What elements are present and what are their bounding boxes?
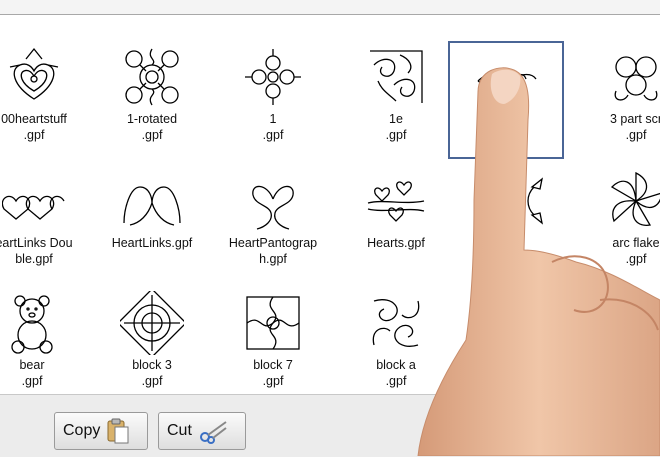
floral-block-icon <box>125 48 179 106</box>
file-tile-heartlinks[interactable]: HeartLinks.gpf <box>96 161 208 277</box>
heart-link-icon <box>123 186 181 226</box>
file-tile-block-a[interactable]: block a .gpf <box>340 283 452 393</box>
heart-quilt-icon <box>9 47 59 100</box>
file-tile-arc-flake[interactable]: arc flake .gpf <box>580 161 660 277</box>
file-tile-feather-selected[interactable]: Fe ng.g <box>448 41 564 159</box>
teddy-bear-icon <box>11 295 53 354</box>
file-label: block a .gpf <box>376 358 416 388</box>
block-pattern-icon <box>246 296 300 350</box>
file-tile-block-7[interactable]: block 7 .gpf <box>217 283 329 393</box>
file-label: Hearts.gpf <box>367 236 425 250</box>
block-pattern-icon <box>536 298 547 340</box>
file-label: 1 .gpf <box>262 112 284 142</box>
file-tile-hearts[interactable]: Hearts.gpf <box>340 161 452 277</box>
file-grid: 00heartstuff .gpf 1-rotated .gpf 1 .gpf <box>0 15 660 393</box>
file-tile-heartlinks-double[interactable]: eartLinks Dou ble.gpf <box>0 161 90 277</box>
file-tile-partial-right[interactable] <box>580 283 660 393</box>
file-label: bear .gpf <box>19 358 45 388</box>
medallion-icon <box>245 49 301 105</box>
triple-circle-icon <box>614 56 658 101</box>
bottom-toolbar: Copy Cut <box>0 394 660 457</box>
hearts-icon <box>367 181 425 222</box>
file-tile-1[interactable]: 1 .gpf <box>217 37 329 153</box>
arc-flake-icon <box>610 171 660 226</box>
file-tile-1-rotated[interactable]: 1-rotated .gpf <box>96 37 208 153</box>
file-label: f <box>514 236 518 250</box>
file-tile-1e[interactable]: 1e .gpf <box>340 37 452 153</box>
file-label: HeartLinks.gpf <box>111 236 193 250</box>
file-tile-block-3[interactable]: block 3 .gpf <box>96 283 208 393</box>
file-label: arc flake .gpf <box>612 236 660 266</box>
copy-button[interactable]: Copy <box>54 412 148 450</box>
heart-chain-icon <box>2 195 65 220</box>
file-label: 3 part scr .gpf <box>609 112 660 142</box>
file-label: 1-rotated .gpf <box>126 112 178 142</box>
window-top-strip <box>0 0 660 15</box>
swirl-block-icon <box>372 299 420 347</box>
file-label: block 3 .gpf <box>132 358 172 388</box>
file-label: 00heartstuff .gpf <box>1 112 67 142</box>
file-label: eartLinks Dou ble.gpf <box>0 236 73 266</box>
file-label: 1e .gpf <box>385 112 407 142</box>
block-pattern-icon <box>613 300 660 352</box>
file-label: HeartPantograp h.gpf <box>228 236 318 266</box>
swirl-corner-icon <box>370 50 423 103</box>
file-label: Fe ng.g <box>484 118 528 132</box>
scissors-icon <box>199 421 227 444</box>
file-tile-arrow-motif[interactable]: f <box>460 161 572 277</box>
file-label: block 7 .gpf <box>253 358 293 388</box>
file-tile-heartpantograph[interactable]: HeartPantograp h.gpf <box>217 161 329 277</box>
arrow-motif-icon <box>527 177 543 225</box>
file-tile-bear[interactable]: bear .gpf <box>0 283 88 393</box>
block-pattern-icon <box>120 291 184 355</box>
cut-button[interactable]: Cut <box>158 412 246 450</box>
clipboard-icon <box>107 418 129 444</box>
file-tile-partial[interactable] <box>460 283 572 393</box>
file-tile-3-part[interactable]: 3 part scr .gpf <box>580 37 660 153</box>
copy-button-label: Copy <box>63 422 101 439</box>
heart-pantograph-icon <box>252 185 294 230</box>
feather-icon <box>477 72 537 88</box>
cut-button-label: Cut <box>167 422 192 439</box>
file-tile-00heartstuff[interactable]: 00heartstuff .gpf <box>0 37 90 153</box>
